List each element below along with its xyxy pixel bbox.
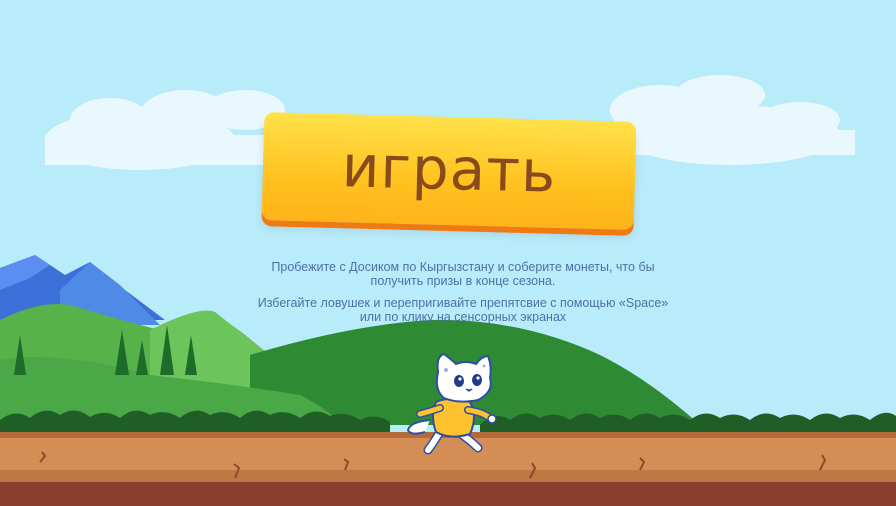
game-description-collect: Пробежите с Досиком по Кыргызстану и соб… (271, 260, 655, 288)
play-button[interactable]: играть (261, 112, 637, 230)
game-description-controls: Избегайте ловушек и перепригивайте препя… (257, 296, 669, 324)
ground (0, 432, 896, 506)
game-background (0, 0, 896, 506)
play-button-label: играть (340, 132, 558, 206)
